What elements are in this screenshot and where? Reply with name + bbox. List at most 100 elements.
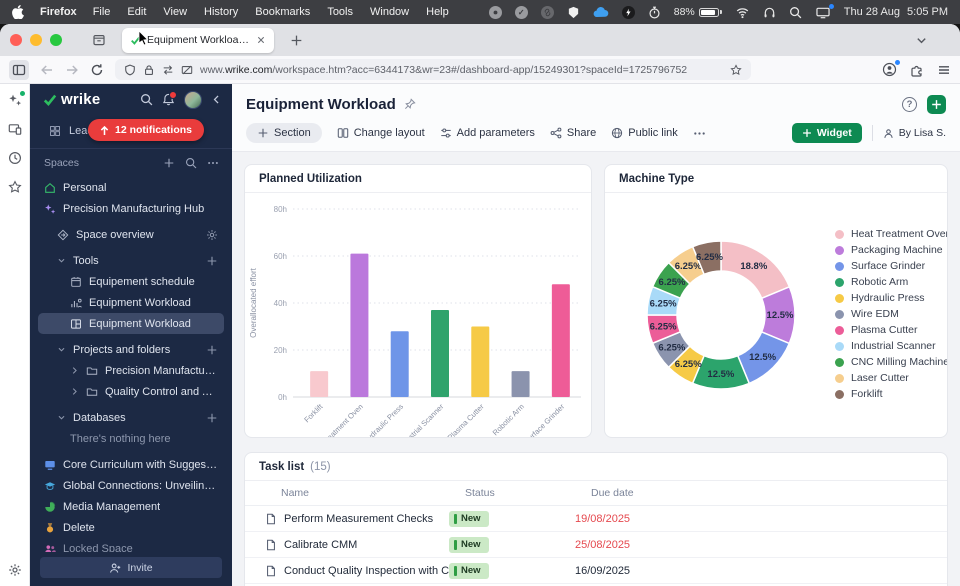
menubar-menu-window[interactable]: Window — [370, 6, 409, 18]
sidebar-item-quality-control-and-assembly[interactable]: Quality Control and Assembly — [38, 381, 224, 402]
display-mirroring-icon[interactable] — [815, 6, 831, 19]
status-badge[interactable]: New — [449, 511, 489, 527]
legend-item-wire-edm[interactable]: Wire EDM — [835, 308, 948, 320]
sidebar-item-equipment-workload[interactable]: Equipment Workload — [38, 292, 224, 313]
sidebar-item-locked-space[interactable]: Locked Space — [38, 538, 224, 552]
apple-icon[interactable] — [12, 5, 24, 19]
user-avatar[interactable] — [184, 91, 202, 109]
menubar-menu-history[interactable]: History — [204, 6, 238, 18]
tab-overflow-chevron-icon[interactable] — [915, 34, 928, 47]
menubar-menu-help[interactable]: Help — [426, 6, 449, 18]
sidebar-item-global-connections-unveiling-travel[interactable]: Global Connections: Unveiling Travel ... — [38, 475, 224, 496]
plus-icon[interactable] — [206, 255, 218, 267]
ai-chat-icon[interactable] — [8, 93, 22, 107]
task-row-calibrate-cmm[interactable]: Calibrate CMMNew25/08/2025 — [245, 532, 947, 558]
timer-icon[interactable] — [648, 6, 661, 19]
legend-item-hydraulic-press[interactable]: Hydraulic Press — [835, 292, 948, 304]
notifications-badge[interactable]: 12 notifications — [88, 119, 204, 141]
app-status-icon[interactable] — [567, 6, 580, 19]
owner-byline[interactable]: By Lisa S. — [883, 127, 946, 139]
plus-icon[interactable] — [206, 344, 218, 356]
bookmark-star-icon[interactable] — [730, 64, 742, 76]
sidebar-item-databases[interactable]: Databases — [38, 407, 224, 428]
column-header-status[interactable]: Status — [465, 487, 591, 499]
screen-record-icon[interactable] — [489, 6, 502, 19]
menubar-app-name[interactable]: Firefox — [40, 6, 77, 18]
legend-item-plasma-cutter[interactable]: Plasma Cutter — [835, 324, 948, 336]
sidebar-item-equipement-schedule[interactable]: Equipement schedule — [38, 271, 224, 292]
plus-icon[interactable] — [206, 412, 218, 424]
invite-button[interactable]: Invite — [40, 557, 222, 578]
link-status-icon[interactable] — [541, 6, 554, 19]
public-link-button[interactable]: Public link — [611, 127, 678, 139]
wifi-icon[interactable] — [735, 6, 750, 19]
menubar-menu-file[interactable]: File — [93, 6, 111, 18]
spaces-more-icon[interactable] — [207, 157, 219, 169]
add-section-button[interactable]: Section — [246, 123, 322, 143]
browser-tab-active[interactable]: Equipment Workload - Wrike — [122, 28, 274, 53]
history-clock-icon[interactable] — [8, 151, 22, 165]
status-badge[interactable]: New — [449, 537, 489, 553]
window-zoom-button[interactable] — [50, 34, 62, 46]
add-button[interactable] — [927, 95, 946, 114]
bookmarks-star-icon[interactable] — [8, 180, 22, 194]
extensions-puzzle-icon[interactable] — [910, 63, 924, 77]
legend-item-laser-cutter[interactable]: Laser Cutter — [835, 372, 948, 384]
battery-indicator[interactable]: 88% — [674, 6, 722, 18]
sidebar-item-precision-manufacturing-hub[interactable]: Precision Manufacturing Hub — [38, 198, 224, 219]
task-row-perform-measurement-checks[interactable]: Perform Measurement ChecksNew19/08/2025 — [245, 506, 947, 532]
headphones-icon[interactable] — [763, 6, 776, 19]
reload-button[interactable] — [90, 63, 104, 77]
legend-item-packaging-machine[interactable]: Packaging Machine — [835, 244, 948, 256]
menubar-date[interactable]: Thu 28 Aug — [844, 6, 900, 18]
status-badge[interactable]: New — [449, 563, 489, 579]
add-widget-button[interactable]: Widget — [792, 123, 862, 143]
share-button[interactable]: Share — [550, 127, 596, 139]
menubar-menu-view[interactable]: View — [163, 6, 187, 18]
tracking-shield-icon[interactable] — [124, 64, 136, 76]
synced-tabs-icon[interactable] — [8, 122, 22, 136]
container-swap-icon[interactable] — [162, 64, 174, 76]
spaces-search-icon[interactable] — [185, 157, 197, 169]
sidebar-item-tools[interactable]: Tools — [38, 250, 224, 271]
sidebar-search-icon[interactable] — [140, 93, 153, 106]
add-parameters-button[interactable]: Add parameters — [440, 127, 535, 139]
change-layout-button[interactable]: Change layout — [337, 127, 425, 139]
legend-item-forklift[interactable]: Forklift — [835, 388, 948, 400]
sync-check-icon[interactable]: ✓ — [515, 6, 528, 19]
notifications-bell-icon[interactable] — [162, 93, 175, 106]
sidebar-item-core-curriculum-with-suggested-proj[interactable]: Core Curriculum with Suggested Proj... — [38, 454, 224, 475]
legend-item-industrial-scanner[interactable]: Industrial Scanner — [835, 340, 948, 352]
task-row-conduct-quality-inspection-with-cmm[interactable]: Conduct Quality Inspection with CMMNew16… — [245, 558, 947, 584]
help-button[interactable]: ? — [902, 97, 917, 112]
sidebar-item-space-overview[interactable]: Space overview — [38, 224, 224, 245]
legend-item-heat-treatment-oven[interactable]: Heat Treatment Oven — [835, 228, 948, 240]
legend-item-cnc-milling-machine[interactable]: CNC Milling Machine — [835, 356, 948, 368]
legend-item-surface-grinder[interactable]: Surface Grinder — [835, 260, 948, 272]
screenshare-blocked-icon[interactable] — [181, 64, 193, 76]
menubar-time[interactable]: 5:05 PM — [907, 6, 948, 18]
sidebar-item-precision-manufacturing-opera[interactable]: Precision Manufacturing Opera... — [38, 360, 224, 381]
url-bar[interactable]: www.wrike.com/workspace.htm?acc=6344173&… — [115, 59, 751, 80]
sidebar-item-equipment-workload[interactable]: Equipment Workload — [38, 313, 224, 334]
sidebar-item-projects-and-folders[interactable]: Projects and folders — [38, 339, 224, 360]
legend-item-robotic-arm[interactable]: Robotic Arm — [835, 276, 948, 288]
spotlight-search-icon[interactable] — [789, 6, 802, 19]
sidebar-item-personal[interactable]: Personal — [38, 177, 224, 198]
window-close-button[interactable] — [10, 34, 22, 46]
column-header-name[interactable]: Name — [281, 487, 465, 499]
toolbar-more-icon[interactable] — [693, 127, 706, 140]
sidebar-collapse-chevron-icon[interactable] — [211, 94, 222, 105]
sidebar-item-media-management[interactable]: Media Management — [38, 496, 224, 517]
menubar-menu-bookmarks[interactable]: Bookmarks — [255, 6, 310, 18]
menubar-menu-tools[interactable]: Tools — [327, 6, 353, 18]
back-button[interactable] — [40, 63, 54, 77]
sidebar-item-delete[interactable]: Delete — [38, 517, 224, 538]
gear-icon[interactable] — [206, 229, 218, 241]
new-tab-button[interactable] — [290, 34, 303, 47]
spaces-add-icon[interactable] — [163, 157, 175, 169]
window-minimize-button[interactable] — [30, 34, 42, 46]
sidebar-item-leads[interactable]: Lead 12 notifications — [30, 115, 232, 146]
bolt-icon[interactable] — [622, 6, 635, 19]
url-text[interactable]: www.wrike.com/workspace.htm?acc=6344173&… — [200, 64, 723, 76]
